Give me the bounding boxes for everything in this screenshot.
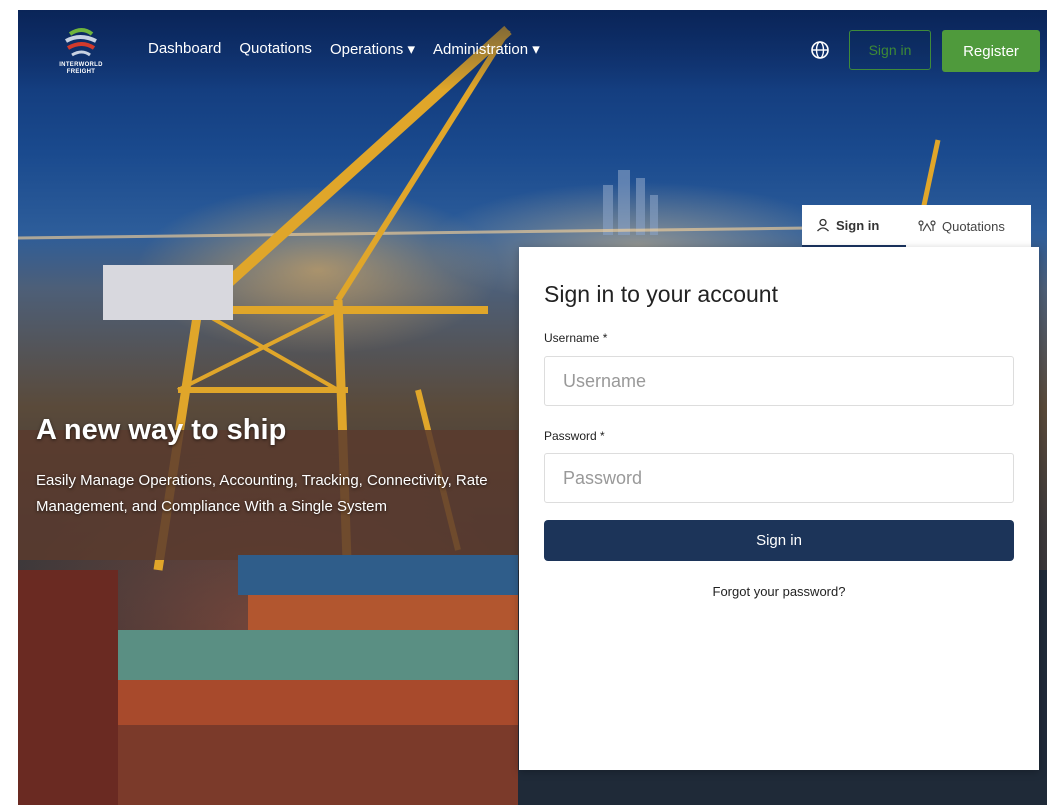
globe-icon[interactable] [810, 40, 830, 60]
username-input[interactable] [544, 356, 1014, 406]
forgot-password-link[interactable]: Forgot your password? [544, 584, 1014, 599]
user-icon [817, 218, 829, 232]
tab-signin-label: Sign in [836, 217, 880, 233]
nav-signin-button[interactable]: Sign in [849, 30, 931, 70]
top-navbar: INTERWORLD FREIGHT Dashboard Quotations … [18, 10, 1047, 90]
nav-links: Dashboard Quotations Operations ▾ Admini… [148, 40, 540, 58]
auth-tabs: Sign in Quotations [802, 205, 1031, 247]
register-button[interactable]: Register [942, 30, 1040, 72]
form-title: Sign in to your account [544, 281, 778, 307]
page-frame: INTERWORLD FREIGHT Dashboard Quotations … [18, 10, 1047, 805]
nav-operations-dropdown[interactable]: Operations ▾ [330, 40, 415, 58]
crane-cabin [103, 265, 233, 320]
hero-title: A new way to ship [36, 414, 287, 446]
signin-card: Sign in to your account Username * Passw… [519, 247, 1039, 770]
signin-submit-button[interactable]: Sign in [544, 520, 1014, 561]
tab-quotations[interactable]: Quotations [906, 205, 1005, 247]
logo-globe-icon [65, 28, 97, 57]
password-label: Password * [544, 429, 605, 443]
tab-signin[interactable]: Sign in [802, 205, 906, 247]
nav-administration-dropdown[interactable]: Administration ▾ [433, 40, 540, 58]
username-label: Username * [544, 331, 608, 345]
logo-text: INTERWORLD FREIGHT [59, 62, 103, 75]
nav-quotations[interactable]: Quotations [239, 40, 312, 58]
city-skyline [603, 170, 658, 235]
hero-subtitle: Easily Manage Operations, Accounting, Tr… [36, 472, 488, 515]
tab-quotations-label: Quotations [942, 218, 1005, 234]
nav-dashboard[interactable]: Dashboard [148, 40, 221, 58]
logo[interactable]: INTERWORLD FREIGHT [46, 24, 116, 76]
password-input[interactable] [544, 453, 1014, 503]
horizon-lights [18, 226, 809, 240]
route-icon [918, 220, 936, 232]
